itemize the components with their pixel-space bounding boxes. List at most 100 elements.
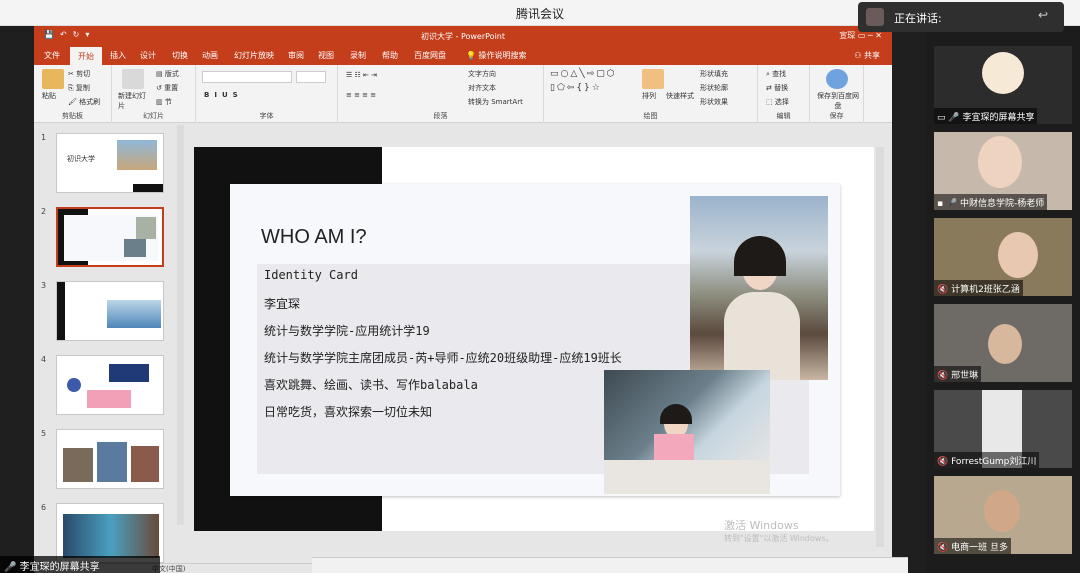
paste-button[interactable]: 粘贴 [42,91,56,101]
meeting-toolbar[interactable] [312,557,908,573]
group-paragraph: ☰ ☷ ⇤ ⇥ ≡ ≡ ≡ ≡ 文字方向 对齐文本 转换为 SmartArt 段… [338,65,544,123]
slide-thumbnail-6[interactable] [56,503,164,563]
ppt-titlebar: 💾↶↻▾ 初识大学 - PowerPoint 宣琛 ▭ ─ ✕ [34,26,892,45]
paste-icon[interactable] [42,69,64,89]
tab-insert[interactable]: 插入 [110,50,126,61]
replace-button[interactable]: ⇄ 替换 [766,83,788,93]
shape-outline-button[interactable]: 形状轮廓 [700,83,728,93]
tab-help[interactable]: 帮助 [382,50,398,61]
group-font: BIUS 字体 [196,65,338,123]
tab-design[interactable]: 设计 [140,50,156,61]
shapes-gallery[interactable]: ▭○△╲⇨▢⬡ [550,69,617,79]
slide-card: WHO AM I? Identity Card 李宜琛 统计与数学学院-应用统计… [230,184,840,496]
participant-panel: ▭ 🎤 李宜琛的屏幕共享 ▪ 🎤 中财信息学院-杨老师 🔇 计算机2班张乙涵 🔇… [926,26,1080,573]
slide-line[interactable]: 统计与数学学院主席团成员-芮+导师-应统20班级助理-应统19班长 [264,349,622,366]
paragraph-label: 段落 [433,112,448,120]
tab-view[interactable]: 视图 [318,50,334,61]
participant-name: ▪ 🎤 中财信息学院-杨老师 [934,194,1048,210]
thumb-number: 6 [41,503,47,512]
reset-button[interactable]: ↺ 重置 [156,83,178,93]
smartart-button[interactable]: 转换为 SmartArt [468,97,523,107]
speaking-indicator: 正在讲话: ↩ [858,2,1064,32]
participant-name: 🔇 ForrestGump刘江川 [934,452,1040,468]
editing-label: 编辑 [776,112,791,120]
slides-pane-scrollbar[interactable] [177,125,184,525]
cafe-photo[interactable] [604,370,770,494]
participant-tile[interactable]: 🔇 ForrestGump刘江川 [934,390,1072,468]
align-text-button[interactable]: 对齐文本 [468,83,496,93]
group-clipboard: 粘贴 ✂ 剪切 ⎘ 复制 🖌 格式刷 剪贴板 [34,65,112,123]
font-family-select[interactable] [202,71,292,83]
ribbon-tabs: 文件 开始 插入 设计 切换 动画 幻灯片放映 审阅 视图 录制 帮助 百度网盘… [34,45,892,65]
font-format-buttons[interactable]: BIUS [204,91,243,99]
quick-styles-button[interactable]: 快速样式 [666,91,694,101]
arrange-button[interactable]: 排列 [642,91,656,101]
slide-thumbnail-2[interactable] [56,207,164,267]
section-button[interactable]: ▥ 节 [156,97,172,107]
tab-home[interactable]: 开始 [70,47,102,65]
slide-line[interactable]: 李宜琛 [264,295,300,312]
participant-tile[interactable]: ▭ 🎤 李宜琛的屏幕共享 [934,46,1072,124]
select-button[interactable]: ⬚ 选择 [766,97,789,107]
slide-line[interactable]: Identity Card [264,268,358,282]
current-slide[interactable]: WHO AM I? Identity Card 李宜琛 统计与数学学院-应用统计… [194,147,874,531]
align-buttons[interactable]: ≡ ≡ ≡ ≡ [346,91,376,99]
meeting-window: 腾讯会议 💾↶↻▾ 初识大学 - PowerPoint 宣琛 ▭ ─ ✕ 文件 … [0,0,1080,573]
participant-tile[interactable]: 🔇 邢世琳 [934,304,1072,382]
font-size-select[interactable] [296,71,326,83]
share-button[interactable]: ⚇ 共享 [854,50,880,61]
group-slides: 新建幻灯片 ▤ 版式 ↺ 重置 ▥ 节 幻灯片 [112,65,196,123]
text-direction-button[interactable]: 文字方向 [468,69,496,79]
editor-scrollbar[interactable] [876,147,884,547]
list-buttons[interactable]: ☰ ☷ ⇤ ⇥ [346,71,377,79]
ppt-doc-title: 初识大学 - PowerPoint [420,32,506,41]
thumb-number: 4 [41,355,47,364]
participant-tile[interactable]: ▪ 🎤 中财信息学院-杨老师 [934,132,1072,210]
slide-line[interactable]: 日常吃货，喜欢探索一切位未知 [264,403,432,420]
find-button[interactable]: ⌕ 查找 [766,69,786,79]
new-slide-icon[interactable] [122,69,144,89]
format-painter-button[interactable]: 🖌 格式刷 [68,97,100,107]
save-to-baidu-button[interactable]: 保存到百度网盘 [816,91,860,111]
tab-file[interactable]: 文件 [44,50,60,61]
speaker-avatar [866,8,884,26]
arrange-icon[interactable] [642,69,664,89]
tab-tell-me[interactable]: 💡 操作说明搜索 [466,50,527,61]
shape-effects-button[interactable]: 形状效果 [700,97,728,107]
video-face [988,324,1022,364]
slide-line[interactable]: 统计与数学学院-应用统计学19 [264,322,430,339]
shape-fill-button[interactable]: 形状填充 [700,69,728,79]
cut-button[interactable]: ✂ 剪切 [68,69,90,79]
copy-button[interactable]: ⎘ 复制 [68,83,90,93]
shared-screen: 💾↶↻▾ 初识大学 - PowerPoint 宣琛 ▭ ─ ✕ 文件 开始 插入… [0,26,926,573]
tab-transitions[interactable]: 切换 [172,50,188,61]
baidu-cloud-icon[interactable] [826,69,848,89]
ribbon: 粘贴 ✂ 剪切 ⎘ 复制 🖌 格式刷 剪贴板 新建幻灯片 ▤ 版式 ↺ 重置 ▥… [34,65,892,123]
participant-tile[interactable]: 🔇 计算机2班张乙涵 [934,218,1072,296]
slide-title[interactable]: WHO AM I? [261,226,367,249]
tab-baidu[interactable]: 百度网盘 [414,50,446,61]
video-face [978,136,1022,188]
layout-button[interactable]: ▤ 版式 [156,69,179,79]
thumb-number: 3 [41,281,47,290]
slide-thumbnail-3[interactable] [56,281,164,341]
slide-thumbnail-1[interactable]: 初识大学 [56,133,164,193]
tab-slideshow[interactable]: 幻灯片放映 [234,50,274,61]
save-label: 保存 [829,112,844,120]
back-icon[interactable]: ↩ [1038,8,1054,24]
slide-thumbnail-4[interactable] [56,355,164,415]
thumb-number: 1 [41,133,47,142]
slide-line[interactable]: 喜欢跳舞、绘画、读书、写作balabala [264,376,478,393]
participant-name: 🔇 计算机2班张乙涵 [934,280,1023,296]
tab-review[interactable]: 审阅 [288,50,304,61]
speaking-label: 正在讲话: [894,12,942,25]
tab-record[interactable]: 录制 [350,50,366,61]
tab-animations[interactable]: 动画 [202,50,218,61]
participant-name: 🔇 电商一班 旦多 [934,538,1011,554]
portrait-photo[interactable] [690,196,828,380]
new-slide-button[interactable]: 新建幻灯片 [118,91,150,111]
video-face [984,490,1020,532]
participant-tile[interactable]: 🔇 电商一班 旦多 [934,476,1072,554]
slides-label: 幻灯片 [143,112,164,120]
slide-thumbnail-5[interactable] [56,429,164,489]
